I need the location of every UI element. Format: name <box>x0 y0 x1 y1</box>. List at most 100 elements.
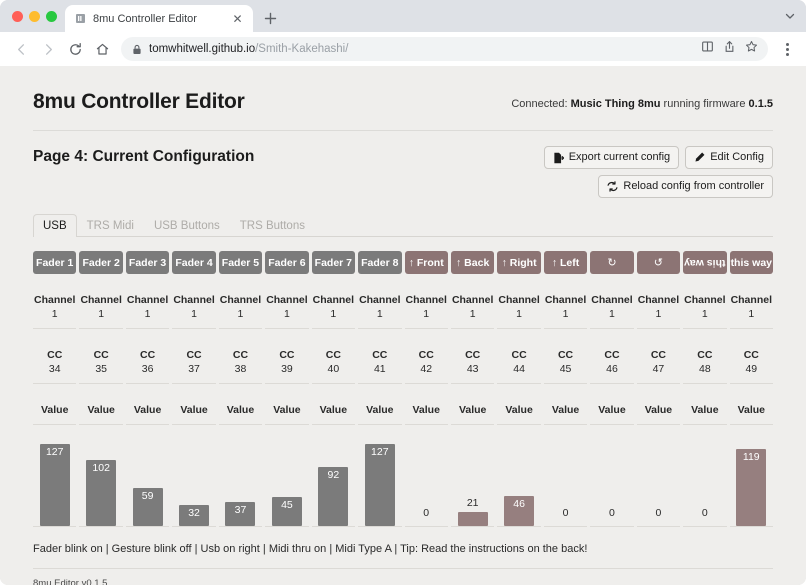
cc-row: CC 34 CC 35 CC 36 CC 37 CC 38 CC 39 CC 40 CC 41 CC 42 CC 43… <box>33 343 773 385</box>
cc-cell-10: CC 43 <box>450 343 495 385</box>
bar-value-11: 46 <box>513 497 525 510</box>
column-header-11[interactable]: ↑ Right <box>497 251 541 275</box>
channel-row: Channel 1 Channel 1 Channel 1 Channel 1 Channel 1… <box>33 288 773 330</box>
tab-usb-buttons[interactable]: USB Buttons <box>144 214 230 237</box>
cc-value: 48 <box>699 362 711 375</box>
column-header-15[interactable]: this way <box>683 251 727 275</box>
value-label-cell-4: Value <box>172 398 216 425</box>
bar-fill-10 <box>457 511 488 526</box>
value-label-cell-16: Value <box>729 398 773 425</box>
column-header-16[interactable]: this way <box>729 251 773 275</box>
value-label-cell-13: Value <box>590 398 634 425</box>
channel-value: 1 <box>469 307 476 320</box>
channel-cell-15: Channel 1 <box>683 288 727 330</box>
column-header-5[interactable]: Fader 5 <box>218 251 263 275</box>
value-label-cell-2: Value <box>79 398 123 425</box>
value-label-cell-1: Value <box>33 398 77 425</box>
address-bar[interactable]: tomwhitwell.github.io/Smith-Kakehashi/ <box>121 37 768 61</box>
kebab-menu-icon[interactable] <box>776 37 798 61</box>
channel-value: 1 <box>562 307 569 320</box>
reload-icon[interactable] <box>62 36 88 62</box>
minimize-window-button[interactable] <box>29 10 40 22</box>
cc-value: 47 <box>652 362 665 375</box>
column-header-9[interactable]: ↑ Front <box>404 251 448 275</box>
bar-6: 45 <box>271 496 302 526</box>
column-header-3[interactable]: Fader 3 <box>125 251 170 275</box>
column-header-6[interactable]: Fader 6 <box>265 251 309 275</box>
maximize-window-button[interactable] <box>46 10 57 22</box>
column-header-4[interactable]: Fader 4 <box>172 251 216 275</box>
refresh-icon <box>607 181 618 193</box>
channel-label: Channel <box>498 294 540 307</box>
bar-value-9: 0 <box>423 506 430 519</box>
cc-cell-7: CC 40 <box>311 343 356 385</box>
cc-label: CC <box>650 349 666 362</box>
channel-cell-13: Channel 1 <box>590 288 634 330</box>
tab-trs-midi[interactable]: TRS Midi <box>77 214 144 237</box>
bar-value-12: 0 <box>562 506 569 519</box>
edit-config-button[interactable]: Edit Config <box>685 146 773 170</box>
channel-value: 1 <box>516 307 523 320</box>
bar-cell-9: 0 <box>404 439 448 527</box>
cc-value: 34 <box>48 362 61 375</box>
arrow-right-icon[interactable] <box>35 36 61 62</box>
reading-list-icon[interactable] <box>701 40 714 58</box>
cc-value: 41 <box>373 362 386 375</box>
column-header-13[interactable]: ↻ <box>590 251 634 275</box>
bar-value-7: 92 <box>327 468 340 481</box>
column-header-7[interactable]: Fader 7 <box>311 251 356 275</box>
column-header-8[interactable]: Fader 8 <box>358 251 402 275</box>
close-icon[interactable]: ✕ <box>230 11 245 26</box>
share-icon[interactable] <box>723 40 736 58</box>
channel-cell-7: Channel 1 <box>311 288 356 330</box>
cc-value: 38 <box>234 362 247 375</box>
arrow-left-icon[interactable] <box>8 36 34 62</box>
column-header-2[interactable]: Fader 2 <box>79 251 123 275</box>
channel-value: 1 <box>330 307 337 320</box>
bar-16: 119 <box>736 448 767 526</box>
tab-list-button[interactable] <box>784 0 806 32</box>
channel-cell-16: Channel 1 <box>729 288 773 330</box>
rotate-cw-icon: ↻ <box>607 257 617 270</box>
close-window-button[interactable] <box>12 10 23 22</box>
column-header-14[interactable]: ↺ <box>636 251 681 275</box>
bar-1: 127 <box>39 443 70 526</box>
export-config-button[interactable]: Export current config <box>543 146 680 170</box>
channel-value: 1 <box>51 307 58 320</box>
cc-label: CC <box>325 349 341 362</box>
cc-label: CC <box>511 349 527 362</box>
bar-cell-2: 102 <box>79 439 123 527</box>
cc-label: CC <box>372 349 388 362</box>
column-header-12[interactable]: ↑ Left <box>543 251 588 275</box>
browser-tab[interactable]: 8mu Controller Editor ✕ <box>65 5 253 32</box>
bar-value-13: 0 <box>609 506 615 519</box>
channel-label: Channel <box>80 294 122 307</box>
reload-config-button[interactable]: Reload config from controller <box>598 175 773 199</box>
new-tab-button[interactable] <box>257 5 283 31</box>
channel-value: 1 <box>237 307 244 320</box>
bar-8: 127 <box>364 443 395 526</box>
cc-value: 49 <box>745 362 758 375</box>
connection-prefix: Connected: <box>511 98 568 110</box>
star-icon[interactable] <box>745 40 758 58</box>
cc-cell-3: CC 36 <box>125 343 170 385</box>
column-header-10[interactable]: ↑ Back <box>450 251 495 275</box>
tab-trs-buttons[interactable]: TRS Buttons <box>230 214 315 237</box>
bar-cell-7: 92 <box>311 439 356 527</box>
channel-label: Channel <box>451 294 494 307</box>
file-export-icon <box>553 152 564 164</box>
cc-cell-14: CC 47 <box>636 343 681 385</box>
channel-cell-3: Channel 1 <box>125 288 170 330</box>
value-label-cell-12: Value <box>543 398 588 425</box>
protocol-tabs: USB TRS Midi USB Buttons TRS Buttons <box>33 214 773 238</box>
configuration-title: Page 4: Current Configuration <box>33 148 255 165</box>
channel-label: Channel <box>266 294 308 307</box>
config-footnote: Fader blink on | Gesture blink off | Usb… <box>33 527 773 569</box>
channel-label: Channel <box>544 294 587 307</box>
cc-cell-9: CC 42 <box>404 343 448 385</box>
tab-usb[interactable]: USB <box>33 214 77 238</box>
cc-label: CC <box>557 349 574 362</box>
home-icon[interactable] <box>89 36 115 62</box>
page-icon <box>75 13 86 24</box>
column-header-1[interactable]: Fader 1 <box>33 251 77 275</box>
